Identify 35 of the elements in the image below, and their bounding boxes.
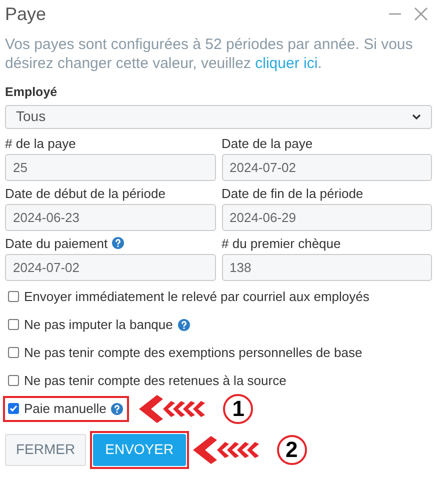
help-icon	[178, 318, 190, 331]
field-label: # de la paye	[5, 134, 76, 153]
input-field[interactable]: 2024-06-23	[5, 204, 216, 231]
input-field[interactable]: 138	[222, 254, 432, 281]
send-button[interactable]: ENVOYER	[93, 434, 186, 466]
employee-select[interactable]: Tous	[5, 104, 432, 129]
input-field[interactable]: 25	[5, 154, 216, 181]
checkbox[interactable]	[8, 291, 19, 302]
close-icon[interactable]	[414, 7, 428, 21]
callout-number: 2	[276, 434, 307, 465]
help-icon	[111, 402, 124, 415]
option-label: Ne pas imputer la banque	[24, 316, 173, 334]
option-label: Ne pas tenir compte des exemptions personnelles de base	[24, 344, 362, 362]
checkbox[interactable]	[8, 319, 19, 330]
field-label: # du premier chèque	[222, 234, 341, 253]
help-icon	[112, 237, 124, 250]
checkbox[interactable]	[8, 375, 19, 386]
input-field[interactable]: 2024-06-29	[222, 204, 432, 231]
close-button[interactable]: FERMER	[5, 434, 86, 466]
field-label: Employé	[5, 84, 58, 101]
callout-number: 1	[223, 394, 254, 424]
input-field[interactable]: 2024-07-02	[5, 254, 216, 281]
option-label: Ne pas tenir compte des retenues à la source	[24, 372, 286, 390]
intro-text: Vos payes sont configurées à 52 périodes par année. Si vous désirez changer cette valeur, veuillez cliquer ici.	[5, 35, 414, 73]
window-title: Paye	[5, 2, 46, 26]
checkbox[interactable]	[8, 403, 19, 414]
field-label: Date de début de la période	[5, 184, 166, 203]
input-field[interactable]: 2024-07-02	[222, 154, 432, 181]
option-label: Paie manuelle	[24, 400, 106, 418]
field-label: Date du paiement	[5, 234, 108, 253]
chevron-down-icon	[412, 114, 421, 120]
field-label: Date de fin de la période	[222, 184, 364, 203]
checkbox[interactable]	[8, 347, 19, 358]
field-label: Date de la paye	[222, 134, 313, 153]
option-label: Envoyer immédiatement le relevé par courriel aux employés	[24, 288, 370, 306]
